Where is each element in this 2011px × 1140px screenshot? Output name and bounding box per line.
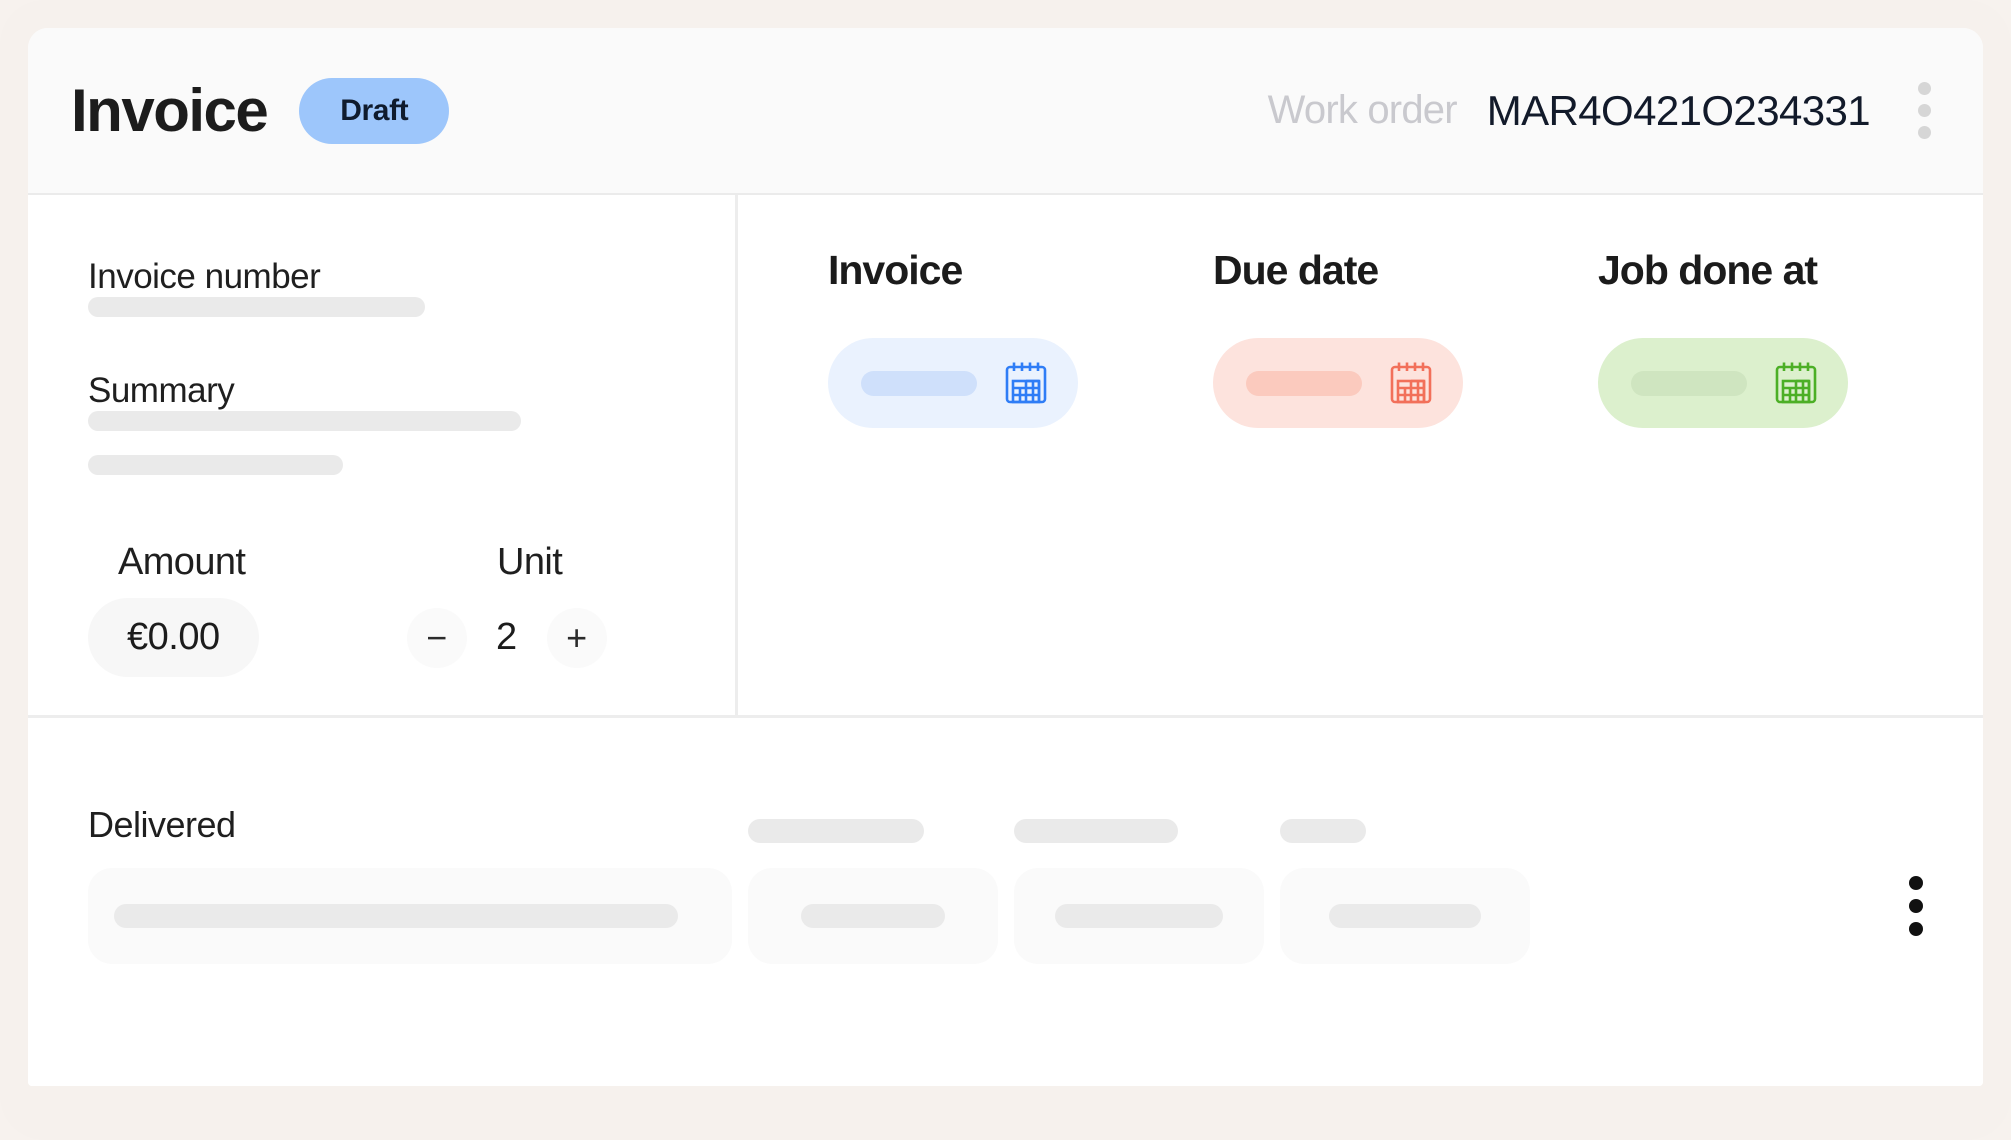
secondary-placeholder-bar bbox=[1329, 904, 1481, 928]
work-order-label: Work order bbox=[1267, 88, 1458, 132]
job-done-at-placeholder-bar bbox=[1631, 370, 1747, 396]
kebab-dot bbox=[1909, 899, 1923, 913]
amount-value[interactable]: €0.00 bbox=[88, 598, 259, 677]
invoice-card: Invoice Draft Work order MAR4O421O234331 bbox=[28, 28, 1983, 1086]
invoice-date-placeholder-bar bbox=[861, 370, 977, 396]
delivered-input[interactable] bbox=[88, 868, 732, 964]
unit-value: 2 bbox=[496, 616, 518, 658]
calendar-icon bbox=[1390, 362, 1432, 404]
page-title: Invoice bbox=[71, 77, 269, 144]
secondary-input-1[interactable] bbox=[748, 868, 998, 964]
date-column-invoice: Invoice bbox=[828, 247, 1213, 428]
calendar-icon bbox=[1775, 362, 1817, 404]
secondary-placeholder-bar bbox=[1055, 904, 1223, 928]
field-label-placeholder-bar bbox=[1280, 819, 1366, 843]
due-date-placeholder-bar bbox=[1246, 370, 1362, 396]
kebab-menu-icon[interactable] bbox=[1900, 72, 1949, 149]
delivered-secondary-field-1 bbox=[748, 819, 998, 1086]
left-panel: Invoice number Summary Amount Unit €0.00… bbox=[28, 195, 738, 715]
summary-placeholder-bar bbox=[88, 411, 521, 431]
summary-label: Summary bbox=[88, 371, 235, 410]
secondary-input-2[interactable] bbox=[1014, 868, 1264, 964]
job-done-at-column-label: Job done at bbox=[1598, 247, 1818, 293]
amount-unit-row: Amount Unit €0.00 − 2 + bbox=[88, 541, 688, 677]
right-panel: Invoice Due date Job done at bbox=[738, 195, 1983, 859]
increment-button[interactable]: + bbox=[546, 607, 607, 668]
invoice-number-field[interactable]: Invoice number bbox=[88, 257, 735, 317]
invoice-number-placeholder-bar bbox=[88, 297, 425, 317]
amount-unit-controls: €0.00 − 2 + bbox=[88, 598, 688, 677]
delivered-row: Delivered bbox=[28, 718, 1983, 1086]
delivered-label: Delivered bbox=[88, 804, 236, 845]
due-date-column-label: Due date bbox=[1213, 247, 1379, 293]
summary-placeholder-bar bbox=[88, 455, 343, 475]
decrement-button[interactable]: − bbox=[406, 607, 467, 668]
work-order-value: MAR4O421O234331 bbox=[1486, 86, 1871, 134]
kebab-dot bbox=[1909, 922, 1923, 936]
secondary-placeholder-bar bbox=[801, 904, 945, 928]
quantity-stepper: − 2 + bbox=[406, 607, 607, 668]
field-label-placeholder-bar bbox=[1014, 819, 1178, 843]
job-done-at-date-picker[interactable] bbox=[1598, 338, 1848, 428]
kebab-dot bbox=[1909, 876, 1923, 890]
invoice-date-column-label: Invoice bbox=[828, 247, 963, 293]
secondary-input-3[interactable] bbox=[1280, 868, 1530, 964]
kebab-dot bbox=[1918, 126, 1931, 139]
left-panel-fields: Invoice number Summary bbox=[28, 195, 735, 475]
amount-unit-labels: Amount Unit bbox=[88, 541, 688, 584]
card-body: Invoice number Summary Amount Unit €0.00… bbox=[28, 195, 1983, 859]
card-header: Invoice Draft Work order MAR4O421O234331 bbox=[28, 28, 1983, 195]
due-date-picker[interactable] bbox=[1213, 338, 1463, 428]
delivered-secondary-field-3 bbox=[1280, 819, 1530, 1086]
page-frame: Invoice Draft Work order MAR4O421O234331 bbox=[0, 0, 2011, 1140]
invoice-date-picker[interactable] bbox=[828, 338, 1078, 428]
kebab-dot bbox=[1918, 104, 1931, 117]
header-right-group: Work order MAR4O421O234331 bbox=[1268, 72, 1983, 149]
date-column-due-date: Due date bbox=[1213, 247, 1598, 428]
summary-field[interactable]: Summary bbox=[88, 371, 735, 475]
date-column-job-done-at: Job done at bbox=[1598, 247, 1983, 428]
calendar-icon bbox=[1005, 362, 1047, 404]
bottom-section: Delivered bbox=[28, 715, 1983, 1086]
status-badge[interactable]: Draft bbox=[299, 77, 450, 144]
kebab-dot bbox=[1918, 82, 1931, 95]
invoice-number-label: Invoice number bbox=[88, 257, 321, 296]
row-kebab-menu-icon[interactable] bbox=[1891, 866, 1941, 946]
field-label-placeholder-bar bbox=[748, 819, 924, 843]
amount-label: Amount bbox=[118, 541, 246, 583]
delivered-field: Delivered bbox=[88, 804, 732, 1086]
delivered-placeholder-bar bbox=[114, 904, 678, 928]
date-columns: Invoice Due date Job done at bbox=[738, 195, 1983, 428]
header-left-group: Invoice Draft bbox=[71, 76, 450, 145]
delivered-secondary-field-2 bbox=[1014, 819, 1264, 1086]
unit-label: Unit bbox=[497, 541, 563, 583]
